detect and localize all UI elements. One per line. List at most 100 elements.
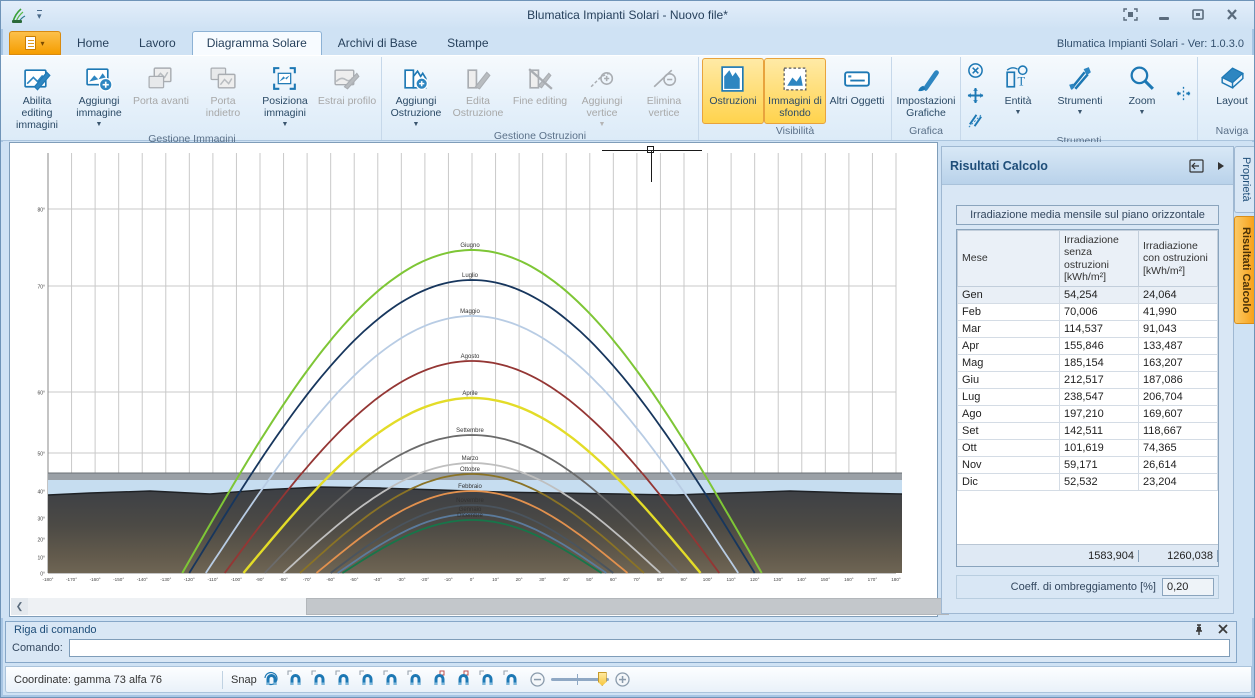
- x-tick-label: -60°: [326, 577, 335, 582]
- close-button[interactable]: [1222, 5, 1242, 23]
- snap-insertion-icon[interactable]: [431, 670, 448, 690]
- altri-oggetti-button[interactable]: Altri Oggetti: [826, 58, 888, 124]
- aggiungi-ostruzione-button[interactable]: Aggiungi Ostruzione▼: [385, 58, 447, 129]
- table-row[interactable]: Dic52,53223,204: [958, 474, 1218, 491]
- snap-perpendicular-icon[interactable]: [383, 670, 400, 690]
- table-cell: Apr: [958, 338, 1060, 355]
- extract-profile-icon: [332, 62, 362, 96]
- table-row[interactable]: Lug238,547206,704: [958, 389, 1218, 406]
- snap-toggle-icon[interactable]: [263, 670, 280, 690]
- snap-node-icon[interactable]: [359, 670, 376, 690]
- ostruzioni-button[interactable]: Ostruzioni: [702, 58, 764, 124]
- table-cell: 52,532: [1060, 474, 1139, 491]
- snap-tangent-icon[interactable]: [479, 670, 496, 690]
- abilita-editing-immagini-button[interactable]: Abilita editing immagini: [6, 58, 68, 132]
- scroll-left-button[interactable]: ❮: [11, 598, 28, 615]
- strumenti-button[interactable]: Strumenti▼: [1049, 58, 1111, 134]
- x-tick-label: 110°: [727, 577, 736, 582]
- table-row[interactable]: Giu212,517187,086: [958, 372, 1218, 389]
- table-row[interactable]: Set142,511118,667: [958, 423, 1218, 440]
- chevron-down-icon: ▾: [40, 39, 44, 48]
- fullscreen-button[interactable]: [1120, 5, 1140, 23]
- maximize-button[interactable]: [1188, 5, 1208, 23]
- table-cell: 187,086: [1139, 372, 1218, 389]
- column-header: Irradiazione senza ostruzioni [kWh/m²]: [1060, 231, 1139, 287]
- entita-button[interactable]: TEntità▼: [987, 58, 1049, 134]
- x-tick-label: 90°: [681, 577, 688, 582]
- zoom-icon: [1127, 62, 1157, 96]
- tab-lavoro[interactable]: Lavoro: [125, 32, 190, 55]
- application-menu-button[interactable]: ▾: [9, 31, 61, 55]
- dropdown-arrow-icon: ▼: [413, 121, 420, 129]
- table-row[interactable]: Mar114,53791,043: [958, 321, 1218, 338]
- shading-coefficient-value[interactable]: 0,20: [1162, 578, 1214, 596]
- drawing-canvas[interactable]: 80°70°60°50°40°30°20°10°0° GiugnoLuglioM…: [9, 142, 938, 617]
- table-row[interactable]: Ago197,210169,607: [958, 406, 1218, 423]
- table-cell: Dic: [958, 474, 1060, 491]
- scrollbar-thumb[interactable]: [306, 598, 949, 615]
- button-label: Impostazioni Grafiche: [896, 96, 956, 120]
- aggiungi-vertice-button: Aggiungi vertice▼: [571, 58, 633, 129]
- zoom-slider-handle[interactable]: [598, 672, 607, 686]
- layout-button[interactable]: Layout: [1201, 58, 1255, 124]
- x-tick-label: -160°: [90, 577, 101, 582]
- delete-entity-icon[interactable]: [967, 62, 984, 84]
- tab-proprieta[interactable]: Proprietà: [1234, 146, 1254, 213]
- table-cell: 133,487: [1139, 338, 1218, 355]
- table-cell: 24,064: [1139, 287, 1218, 304]
- month-curve-label: Luglio: [462, 273, 479, 279]
- x-tick-label: -90°: [256, 577, 265, 582]
- ribbon-group-gestione-immagini: Abilita editing immaginiAggiungi immagin…: [3, 57, 382, 140]
- table-row[interactable]: Mag185,154163,207: [958, 355, 1218, 372]
- x-tick-label: 140°: [797, 577, 807, 582]
- snap-quadrant-icon[interactable]: [407, 670, 424, 690]
- table-cell: Ago: [958, 406, 1060, 423]
- table-cell: 59,171: [1060, 457, 1139, 474]
- obstructions-visibility-icon: [718, 62, 748, 96]
- immagini-di-sfondo-button[interactable]: Immagini di sfondo: [764, 58, 826, 124]
- snap-midpoint-icon[interactable]: [311, 670, 328, 690]
- totals-row: 1583,904 1260,038: [957, 544, 1218, 566]
- zoom-in-button[interactable]: [615, 672, 630, 687]
- snap-nearest-icon[interactable]: [335, 670, 352, 690]
- tab-stampe[interactable]: Stampe: [433, 32, 502, 55]
- ribbon-group-grafica: Impostazioni GraficheGrafica: [892, 57, 961, 140]
- skew-entity-icon[interactable]: [967, 112, 984, 134]
- snap-endpoint-icon[interactable]: [287, 670, 304, 690]
- table-row[interactable]: Ott101,61974,365: [958, 440, 1218, 457]
- impostazioni-grafiche-button[interactable]: Impostazioni Grafiche: [895, 58, 957, 124]
- tab-diagramma-solare[interactable]: Diagramma Solare: [192, 31, 322, 55]
- pin-icon[interactable]: [1194, 624, 1204, 636]
- edita-ostruzione-button: Edita Ostruzione: [447, 58, 509, 129]
- group-label: Naviga: [1201, 124, 1255, 140]
- tab-risultati-calcolo[interactable]: Risultati Calcolo: [1234, 216, 1254, 324]
- tab-home[interactable]: Home: [63, 32, 123, 55]
- month-curve-label: Giugno: [460, 243, 480, 249]
- move-entity-icon[interactable]: [967, 87, 984, 109]
- dock-panel-icon[interactable]: [1187, 159, 1205, 173]
- aggiungi-immagine-button[interactable]: Aggiungi immagine▼: [68, 58, 130, 132]
- table-row[interactable]: Feb70,00641,990: [958, 304, 1218, 321]
- collapse-panel-icon[interactable]: [1217, 161, 1225, 171]
- posiziona-immagini-button[interactable]: Posiziona immagini▼: [254, 58, 316, 132]
- button-label: Aggiungi vertice: [572, 96, 632, 120]
- irradiation-table[interactable]: MeseIrradiazione senza ostruzioni [kWh/m…: [957, 230, 1218, 491]
- tab-archivi-di-base[interactable]: Archivi di Base: [324, 32, 431, 55]
- zoom-slider-track[interactable]: [551, 678, 609, 681]
- table-cell: 206,704: [1139, 389, 1218, 406]
- table-row[interactable]: Nov59,17126,614: [958, 457, 1218, 474]
- command-input[interactable]: [69, 639, 1230, 657]
- snap-intersection-icon[interactable]: [455, 670, 472, 690]
- document-icon: [25, 36, 36, 50]
- titlebar: ▾ Blumatica Impianti Solari - Nuovo file…: [1, 1, 1254, 29]
- dropdown-arrow-icon: ▼: [96, 121, 103, 129]
- table-row[interactable]: Apr155,846133,487: [958, 338, 1218, 355]
- zoom-out-button[interactable]: [530, 672, 545, 687]
- horizontal-scrollbar[interactable]: ❮: [11, 598, 936, 615]
- minimize-button[interactable]: [1154, 5, 1174, 23]
- zoom-button[interactable]: Zoom▼: [1111, 58, 1173, 134]
- snap-center-icon[interactable]: [503, 670, 520, 690]
- table-row[interactable]: Gen54,25424,064: [958, 287, 1218, 304]
- flip-icon[interactable]: [1175, 85, 1192, 107]
- close-panel-icon[interactable]: [1218, 624, 1228, 634]
